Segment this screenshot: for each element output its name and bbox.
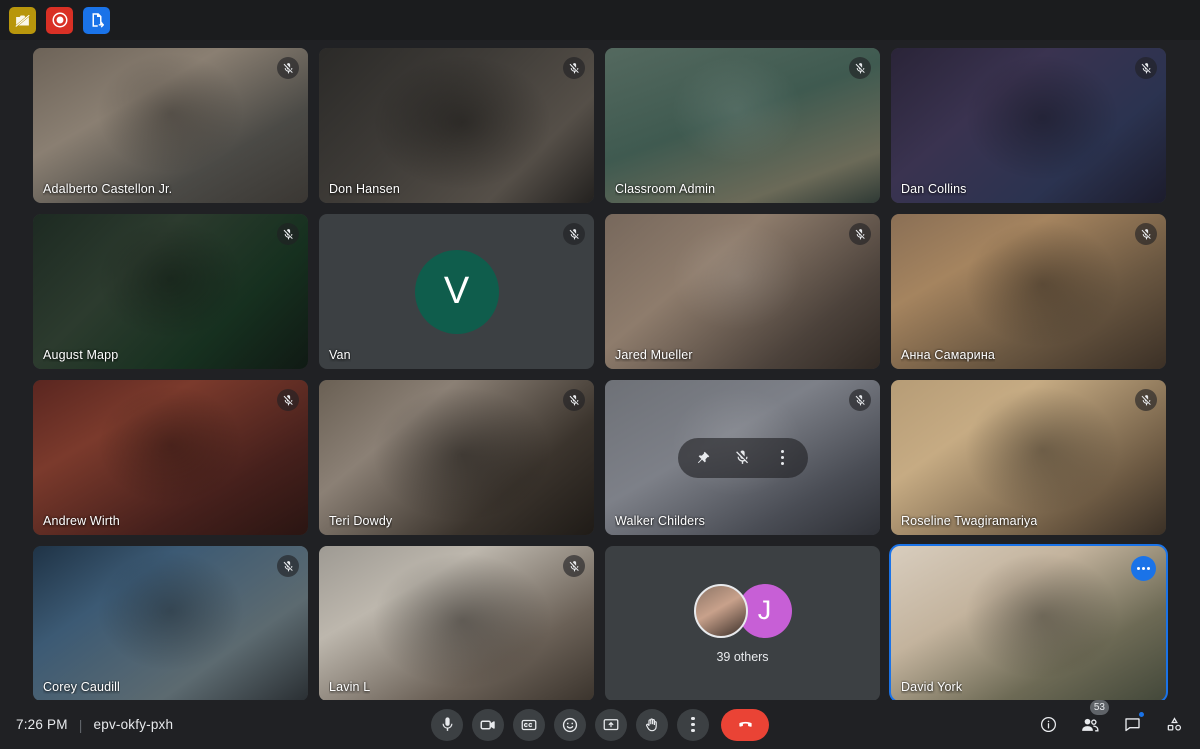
- participant-name: Анна Самарина: [901, 348, 995, 362]
- participant-tile[interactable]: Don Hansen: [319, 48, 594, 203]
- participant-tile[interactable]: Walker Childers: [605, 380, 880, 535]
- chat-unread-dot: [1137, 709, 1146, 719]
- muted-microphone-icon: [1135, 389, 1157, 411]
- participant-name: Lavin L: [329, 680, 371, 694]
- muted-microphone-icon: [849, 57, 871, 79]
- video-shading: [319, 380, 594, 535]
- screenshot-disabled-icon[interactable]: [9, 6, 36, 34]
- others-avatars: J: [693, 583, 792, 638]
- participant-tile[interactable]: V Van: [319, 214, 594, 369]
- participant-name: Jared Mueller: [615, 348, 693, 362]
- video-shading: [891, 214, 1166, 369]
- participant-tile[interactable]: Classroom Admin: [605, 48, 880, 203]
- participant-tile[interactable]: Andrew Wirth: [33, 380, 308, 535]
- participant-name: Andrew Wirth: [43, 514, 120, 528]
- raise-hand-button[interactable]: [636, 708, 668, 741]
- participant-name: Teri Dowdy: [329, 514, 393, 528]
- others-count-label: 39 others: [716, 649, 769, 664]
- people-button[interactable]: 53: [1076, 699, 1109, 739]
- participant-name: Classroom Admin: [615, 182, 716, 196]
- participant-tile[interactable]: David York: [889, 544, 1168, 703]
- muted-microphone-icon: [849, 389, 871, 411]
- emoji-button[interactable]: [554, 708, 586, 741]
- clock-time: 7:26 PM: [16, 717, 68, 732]
- activities-button[interactable]: [1160, 711, 1188, 739]
- record-icon[interactable]: [46, 6, 73, 34]
- muted-microphone-icon: [277, 57, 299, 79]
- muted-microphone-icon: [563, 57, 585, 79]
- video-shading: [605, 214, 880, 369]
- meeting-info-left: 7:26 PM | epv-okfy-pxh: [16, 717, 173, 733]
- participant-tile[interactable]: Dan Collins: [891, 48, 1166, 203]
- muted-microphone-icon: [563, 223, 585, 245]
- participant-name: Dan Collins: [901, 182, 967, 196]
- muted-microphone-icon: [277, 223, 299, 245]
- camera-button[interactable]: [472, 708, 504, 741]
- browser-extension-bar: [0, 0, 1200, 40]
- participant-name: David York: [901, 680, 963, 694]
- separator: |: [78, 716, 83, 733]
- participant-tile[interactable]: August Mapp: [33, 214, 308, 369]
- participant-name: Walker Childers: [615, 514, 706, 528]
- chat-button[interactable]: [1118, 709, 1146, 739]
- participant-more-options-button[interactable]: [766, 441, 800, 475]
- muted-microphone-icon: [563, 389, 585, 411]
- participant-tile[interactable]: Corey Caudill: [33, 546, 308, 701]
- video-shading: [891, 546, 1166, 701]
- video-shading: [33, 48, 308, 203]
- video-shading: [33, 214, 308, 369]
- muted-microphone-icon: [277, 555, 299, 577]
- meeting-side-actions: 53: [1034, 699, 1188, 739]
- mute-participant-button[interactable]: [726, 441, 760, 475]
- people-count-badge: 53: [1089, 699, 1109, 715]
- more-options-button[interactable]: [677, 708, 709, 741]
- others-avatar-photo: [693, 583, 748, 638]
- video-shading: [891, 380, 1166, 535]
- participant-tile[interactable]: Roseline Twagiramariya: [891, 380, 1166, 535]
- participant-tile[interactable]: Анна Самарина: [891, 214, 1166, 369]
- participant-tile[interactable]: Teri Dowdy: [319, 380, 594, 535]
- muted-microphone-icon: [277, 389, 299, 411]
- video-shading: [33, 546, 308, 701]
- present-button[interactable]: [595, 708, 627, 741]
- video-shading: [605, 48, 880, 203]
- meeting-code: epv-okfy-pxh: [93, 717, 174, 732]
- microphone-button[interactable]: [431, 708, 463, 741]
- participant-name: Van: [329, 348, 351, 362]
- tile-hover-controls: [677, 437, 808, 478]
- self-tile-more-options-button[interactable]: [1131, 556, 1156, 581]
- participant-name: Roseline Twagiramariya: [901, 514, 1038, 528]
- participant-tile[interactable]: Jared Mueller: [605, 214, 880, 369]
- participant-tile[interactable]: Lavin L: [319, 546, 594, 701]
- meeting-bottom-bar: 7:26 PM | epv-okfy-pxh 53: [0, 699, 1200, 749]
- export-document-icon[interactable]: [83, 6, 110, 34]
- muted-microphone-icon: [1135, 57, 1157, 79]
- video-shading: [319, 546, 594, 701]
- participant-name: Don Hansen: [329, 182, 400, 196]
- captions-button[interactable]: [513, 708, 545, 741]
- participant-name: Adalberto Castellon Jr.: [43, 182, 173, 196]
- participant-avatar: V: [414, 249, 499, 334]
- meeting-details-button[interactable]: [1034, 711, 1062, 739]
- participant-name: Corey Caudill: [43, 680, 120, 694]
- video-grid-stage: Adalberto Castellon Jr. Don Hansen Class…: [0, 40, 1200, 703]
- video-shading: [319, 48, 594, 203]
- participant-name: August Mapp: [43, 348, 119, 362]
- participant-grid: Adalberto Castellon Jr. Don Hansen Class…: [33, 48, 1168, 703]
- pin-participant-button[interactable]: [686, 441, 720, 475]
- video-shading: [891, 48, 1166, 203]
- muted-microphone-icon: [849, 223, 871, 245]
- video-shading: [33, 380, 308, 535]
- call-controls: [431, 708, 769, 741]
- muted-microphone-icon: [563, 555, 585, 577]
- muted-microphone-icon: [1135, 223, 1157, 245]
- participant-tile[interactable]: J 39 others: [605, 546, 880, 701]
- end-call-button[interactable]: [721, 708, 769, 741]
- participant-tile[interactable]: Adalberto Castellon Jr.: [33, 48, 308, 203]
